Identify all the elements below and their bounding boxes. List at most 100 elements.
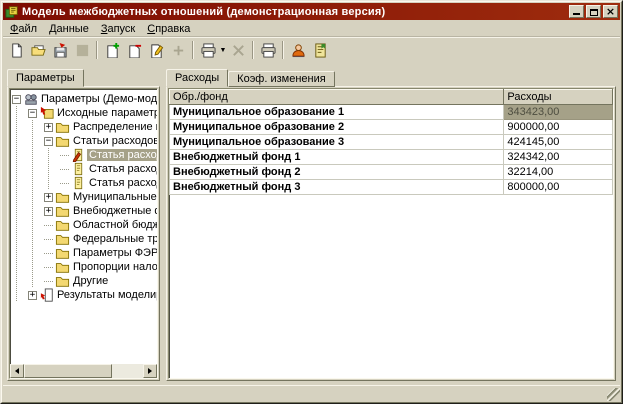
add-record-icon[interactable] (101, 39, 123, 61)
collapse-icon[interactable]: − (28, 109, 37, 118)
cell-expense-value[interactable]: 800000,00 (504, 180, 613, 195)
tree-item-label: Другие (71, 275, 110, 287)
edit-record-icon[interactable] (145, 39, 167, 61)
tree-item[interactable]: Статья расходов 3 (12, 176, 156, 190)
table-row[interactable]: Внебюджетный фонд 1324342,00 (170, 150, 613, 165)
cell-entity-name[interactable]: Муниципальное образование 3 (170, 135, 504, 150)
cell-entity-name[interactable]: Внебюджетный фонд 1 (170, 150, 504, 165)
print-icon[interactable] (257, 39, 279, 61)
tree-connector (44, 274, 54, 288)
help-book-icon[interactable] (309, 39, 331, 61)
table-row[interactable]: Муниципальное образование 2900000,00 (170, 120, 613, 135)
cell-entity-name[interactable]: Муниципальное образование 1 (170, 105, 504, 120)
tree-item[interactable]: +Результаты моделирован (12, 288, 156, 302)
tree-indent-guide (44, 176, 60, 190)
dropdown-arrow-icon[interactable]: ▼ (219, 39, 227, 61)
tree-indent-guide (28, 162, 44, 176)
input-params-icon (38, 106, 55, 120)
tree-indent-guide (12, 162, 28, 176)
open-model-icon[interactable] (27, 39, 49, 61)
collapse-icon[interactable]: − (12, 95, 21, 104)
menu-item-run[interactable]: Запуск (95, 22, 141, 36)
tree-item[interactable]: −Исходные параметры (12, 106, 156, 120)
scroll-left-icon (15, 368, 19, 374)
tree-indent-guide (28, 218, 44, 232)
cell-expense-value[interactable]: 900000,00 (504, 120, 613, 135)
cell-expense-value[interactable]: 424145,00 (504, 135, 613, 150)
print-preview-icon[interactable] (197, 39, 219, 61)
tree-item-label: Статья расходов 3 (87, 177, 157, 189)
maximize-icon (590, 9, 598, 16)
tab-expenses[interactable]: Расходы (166, 69, 228, 87)
tree-indent-guide (12, 218, 28, 232)
resize-grip[interactable] (607, 388, 620, 401)
toolbar: ▼ (3, 36, 620, 63)
minimize-button[interactable] (569, 5, 584, 18)
grid-area: Обр./фондРасходыМуниципальное образовани… (168, 88, 614, 379)
expand-icon[interactable]: + (44, 193, 53, 202)
table-row[interactable]: Муниципальное образование 1343423,00 (170, 105, 613, 120)
expand-icon[interactable]: + (44, 123, 53, 132)
minimize-icon (573, 13, 580, 15)
tree-item[interactable]: − Статьи расходов (12, 134, 156, 148)
blank-disabled-icon (71, 39, 93, 61)
tree-item[interactable]: Параметры ФЭР (12, 246, 156, 260)
menu-item-data[interactable]: Данные (43, 22, 95, 36)
scroll-right-button[interactable] (143, 364, 157, 378)
tree-item[interactable]: Статья расходов 2 (12, 162, 156, 176)
user-info-icon[interactable] (287, 39, 309, 61)
tree-item-label: Параметры (Демо-модель-2. (39, 93, 157, 105)
menu-accel: З (101, 23, 108, 35)
tree-horizontal-scrollbar[interactable] (10, 364, 157, 378)
table-row[interactable]: Муниципальное образование 3424145,00 (170, 135, 613, 150)
tab-coefficients[interactable]: Коэф. изменения (228, 71, 335, 87)
tree-item-label: Федеральные трансф (71, 233, 157, 245)
plus-disabled-icon (167, 39, 189, 61)
menu-accel: Д (49, 23, 56, 35)
menu-item-file[interactable]: Файл (4, 22, 43, 36)
close-button[interactable]: × (603, 5, 618, 18)
tree-item[interactable]: +Распределение налог (12, 120, 156, 134)
tree-indent-guide (12, 176, 28, 190)
expand-icon[interactable]: + (44, 207, 53, 216)
cell-entity-name[interactable]: Внебюджетный фонд 3 (170, 180, 504, 195)
window-title: Модель межбюджетных отношений (демонстра… (22, 6, 569, 18)
cell-expense-value[interactable]: 324342,00 (504, 150, 613, 165)
tree-connector (44, 260, 54, 274)
cell-expense-value[interactable]: 343423,00 (504, 105, 613, 120)
tree-item[interactable]: Пропорции налогов (12, 260, 156, 274)
delete-record-icon[interactable] (123, 39, 145, 61)
scroll-left-button[interactable] (10, 364, 24, 378)
cell-entity-name[interactable]: Муниципальное образование 2 (170, 120, 504, 135)
note-icon (70, 162, 87, 176)
scroll-track[interactable] (24, 364, 143, 378)
tree-item-label: Статьи расходов (71, 135, 157, 147)
table-header-row: Обр./фондРасходы (170, 90, 613, 105)
new-document-icon[interactable] (5, 39, 27, 61)
app-icon (5, 5, 19, 19)
tree-item[interactable]: Другие (12, 274, 156, 288)
results-icon (38, 288, 55, 302)
tab-parameters[interactable]: Параметры (7, 69, 84, 87)
tree-item[interactable]: +Внебюджетные фонд (12, 204, 156, 218)
cell-expense-value[interactable]: 32214,00 (504, 165, 613, 180)
tree-item[interactable]: Статья расходов (12, 148, 156, 162)
tree-item[interactable]: Областной бюджет (12, 218, 156, 232)
tree-item[interactable]: − Параметры (Демо-модель-2. (12, 92, 156, 106)
tree-indent-guide (12, 148, 28, 162)
maximize-button[interactable] (586, 5, 601, 18)
scroll-thumb[interactable] (24, 364, 112, 378)
collapse-icon[interactable]: − (44, 137, 53, 146)
parameters-page: −Параметры (Демо-модель-2.−Исходные пара… (7, 86, 160, 381)
tree-indent-guide (12, 120, 28, 134)
cell-entity-name[interactable]: Внебюджетный фонд 2 (170, 165, 504, 180)
table-row[interactable]: Внебюджетный фонд 232214,00 (170, 165, 613, 180)
save-model-icon[interactable] (49, 39, 71, 61)
tree-indent-guide (28, 134, 44, 148)
parameters-tree: −Параметры (Демо-модель-2.−Исходные пара… (10, 89, 157, 364)
table-row[interactable]: Внебюджетный фонд 3800000,00 (170, 180, 613, 195)
tree-item[interactable]: Федеральные трансф (12, 232, 156, 246)
tree-item[interactable]: +Муниципальные обра (12, 190, 156, 204)
expand-icon[interactable]: + (28, 291, 37, 300)
menu-item-help[interactable]: Справка (141, 22, 196, 36)
